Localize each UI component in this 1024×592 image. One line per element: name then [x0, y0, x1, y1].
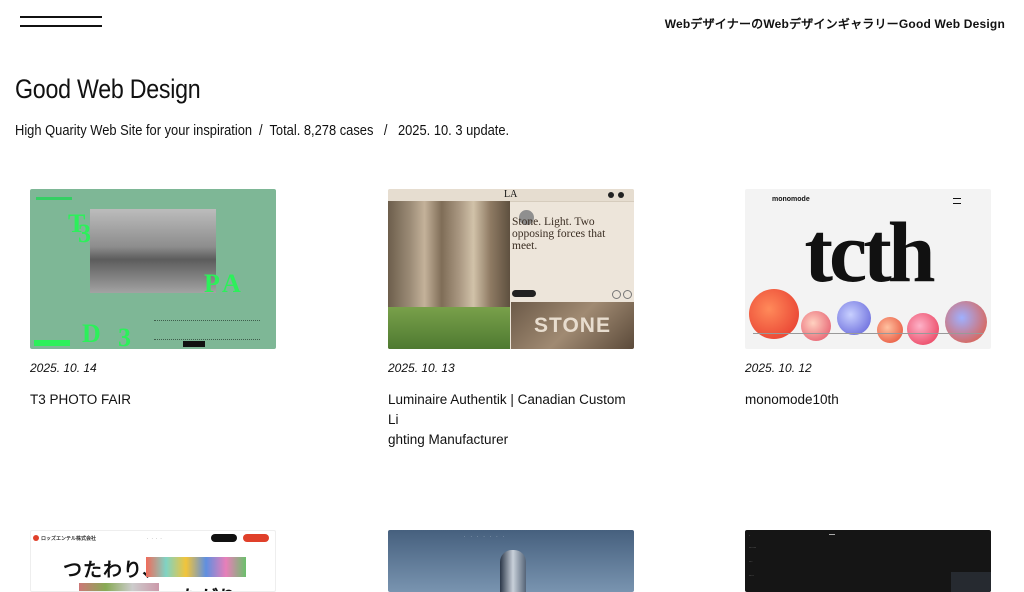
gallery-card[interactable]: · ······ ··· ····: [745, 530, 991, 592]
gallery-card[interactable]: T 3 P A D 3 2025. 10. 14 T3 PHOTO FAIR: [30, 189, 276, 410]
card-date: 2025. 10. 14: [30, 361, 97, 375]
card-thumbnail[interactable]: · · · · · · ·: [388, 530, 634, 592]
site-tagline: WebデザイナーのWebデザインギャラリーGood Web Design: [664, 17, 1005, 31]
total-cases: Total. 8,278 cases: [269, 122, 374, 139]
card-title[interactable]: T3 PHOTO FAIR: [30, 390, 276, 410]
menu-icon-line-top: [20, 16, 102, 18]
thumbnail-brand: monomode: [772, 196, 810, 203]
company-logo-icon: [33, 535, 39, 541]
card-title[interactable]: monomode10th: [745, 390, 991, 410]
thumbnail-logo: LA: [504, 189, 518, 200]
last-update: 2025. 10. 3 update.: [397, 122, 510, 139]
site-subline: High Quarity Web Site for your inspirati…: [15, 122, 510, 139]
thumbnail-copy: つながり: [161, 583, 237, 591]
thumbnail-object: [500, 550, 526, 592]
card-date: 2025. 10. 12: [745, 361, 812, 375]
thumbnail-headline: Stone. Light. Two opposing forces that m…: [512, 216, 606, 252]
hamburger-icon: [953, 198, 961, 204]
site-description: High Quarity Web Site for your inspirati…: [15, 122, 253, 139]
card-title[interactable]: Luminaire Authentik | Canadian Custom Li…: [388, 390, 634, 450]
card-thumbnail[interactable]: LA Stone. Light. Two opposing forces tha…: [388, 189, 634, 349]
thumbnail-stone-text: STONE: [511, 302, 634, 349]
menu-button[interactable]: [20, 16, 102, 30]
card-thumbnail[interactable]: monomode tcth: [745, 189, 991, 349]
gallery-card[interactable]: monomode tcth 2025. 10. 12 monomode10th: [745, 189, 991, 410]
gallery-card[interactable]: · · · · · · ·: [388, 530, 634, 592]
thumbnail-company: ロッズエンテル株式会社: [41, 536, 97, 542]
gallery-card[interactable]: ロッズエンテル株式会社 · · · · つたわり、 つながり: [30, 530, 276, 592]
menu-icon-line-bottom: [20, 25, 102, 27]
card-thumbnail[interactable]: · ······ ··· ····: [745, 530, 991, 592]
card-date: 2025. 10. 13: [388, 361, 455, 375]
card-thumbnail[interactable]: T 3 P A D 3: [30, 189, 276, 349]
thumbnail-photo: [90, 209, 216, 293]
gallery-card[interactable]: LA Stone. Light. Two opposing forces tha…: [388, 189, 634, 450]
page-title: Good Web Design: [15, 74, 201, 104]
thumbnail-logotype: tcth: [804, 204, 935, 300]
card-thumbnail[interactable]: ロッズエンテル株式会社 · · · · つたわり、 つながり: [30, 530, 276, 592]
